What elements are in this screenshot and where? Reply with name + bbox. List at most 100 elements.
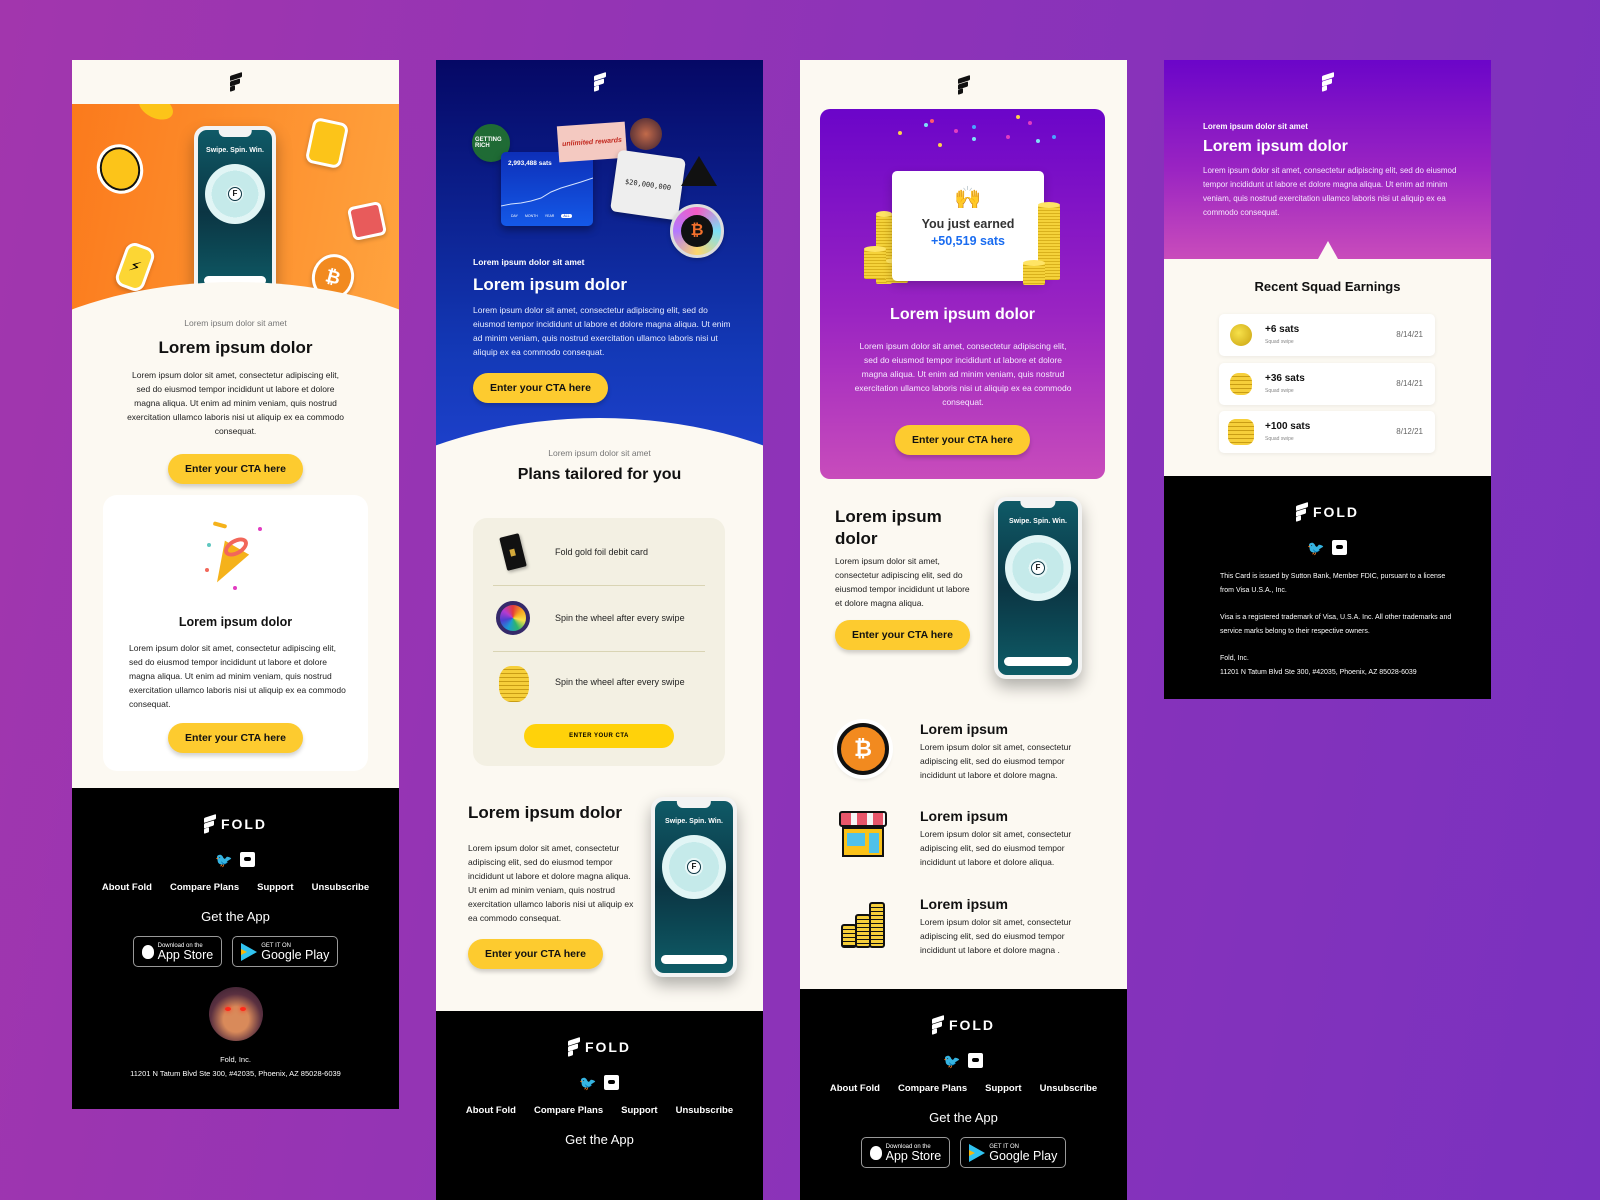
email-preview-2: GETTING RICH 2,993,488 sats DAY MONTH YE…	[436, 60, 763, 1200]
link-support[interactable]: Support	[621, 1105, 657, 1116]
footer-brand: FOLD	[436, 1037, 763, 1057]
wordmark: FOLD	[1312, 504, 1360, 520]
header-logo	[436, 60, 763, 104]
tab-month[interactable]: MONTH	[525, 214, 538, 218]
google-play-badge[interactable]: GET IT ON Google Play	[960, 1137, 1067, 1168]
plans-header: Lorem ipsum dolor sit amet Plans tailore…	[436, 448, 763, 484]
legal-card-issuer: This Card is issued by Sutton Bank, Memb…	[1220, 573, 1446, 594]
plan-item: Fold gold foil debit card	[493, 520, 705, 584]
app-store-badge[interactable]: Download on the App Store	[132, 936, 223, 967]
link-compare-plans[interactable]: Compare Plans	[170, 882, 239, 893]
promo-cta-button[interactable]: Enter your CTA here	[468, 939, 603, 969]
feature-body: Lorem ipsum dolor sit amet, consectetur …	[920, 917, 1072, 955]
earning-source: Squad swipe	[1265, 339, 1294, 345]
discord-icon[interactable]	[240, 852, 255, 867]
party-popper-icon	[203, 521, 267, 593]
cta-button[interactable]: Enter your CTA here	[168, 454, 303, 484]
balance-chart-card: 2,993,488 sats DAY MONTH YEAR ALL	[501, 152, 593, 226]
tab-year[interactable]: YEAR	[545, 214, 555, 218]
hero-heading: Lorem ipsum dolor	[158, 338, 313, 357]
fold-logo-icon	[1321, 72, 1334, 92]
bitcoin-icon: ₿	[837, 723, 889, 775]
plans-cta-button[interactable]: ENTER YOUR CTA	[524, 724, 674, 748]
google-play-icon	[969, 1143, 986, 1162]
phone-title: Swipe. Spin. Win.	[665, 818, 723, 825]
tab-day[interactable]: DAY	[511, 214, 518, 218]
twitter-icon[interactable]: 🐦	[943, 1053, 960, 1069]
hero-body: Lorem ipsum dolor sit amet, consectetur …	[1203, 166, 1457, 217]
hero-eyebrow: Lorem ipsum dolor sit amet	[184, 318, 287, 328]
plan-item: Spin the wheel after every swipe	[493, 586, 705, 650]
link-about-fold[interactable]: About Fold	[466, 1105, 516, 1116]
earning-source: Squad swipe	[1265, 436, 1294, 442]
discord-icon[interactable]	[604, 1075, 619, 1090]
header-logo	[1164, 60, 1491, 104]
hero-body: Lorem ipsum dolor sit amet, consectetur …	[127, 370, 344, 436]
app-store-badge[interactable]: Download on the App Store	[860, 1137, 951, 1168]
link-compare-plans[interactable]: Compare Plans	[534, 1105, 603, 1116]
earned-hero-card: 🙌 You just earned +50,519 sats Lorem ips…	[820, 109, 1105, 479]
spin-wheel-icon: F	[205, 164, 265, 224]
hero-body: Lorem ipsum dolor sit amet, consectetur …	[854, 341, 1072, 407]
google-play-big: Google Play	[261, 947, 330, 962]
feature-title: Lorem ipsum	[920, 721, 1008, 737]
earning-date: 8/12/21	[1396, 427, 1423, 436]
link-about-fold[interactable]: About Fold	[102, 882, 152, 893]
hero-banner: GETTING RICH 2,993,488 sats DAY MONTH YE…	[436, 60, 763, 480]
google-play-badge[interactable]: GET IT ON Google Play	[232, 936, 339, 967]
get-app-label: Get the App	[565, 1132, 634, 1147]
hero-eyebrow: Lorem ipsum dolor sit amet	[473, 257, 585, 267]
company-address: 11201 N Tatum Blvd Ste 300, #42035, Phoe…	[1220, 669, 1417, 676]
get-app-label: Get the App	[201, 909, 270, 924]
google-play-icon	[241, 942, 258, 961]
cta-button[interactable]: Enter your CTA here	[473, 373, 608, 403]
hero-body: Lorem ipsum dolor sit amet, consectetur …	[473, 305, 731, 357]
legal-text: This Card is issued by Sutton Bank, Memb…	[1220, 570, 1452, 680]
apple-icon	[869, 1145, 882, 1160]
tab-all[interactable]: ALL	[561, 214, 572, 218]
link-unsubscribe[interactable]: Unsubscribe	[676, 1105, 734, 1116]
apple-icon	[141, 944, 154, 959]
hero-banner: ⚡ ₿ Swipe. Spin. Win. F	[72, 104, 399, 344]
coin-sticker-icon	[89, 137, 151, 201]
link-support[interactable]: Support	[257, 882, 293, 893]
hero-heading: Lorem ipsum dolor	[473, 275, 627, 294]
twitter-icon[interactable]: 🐦	[1307, 540, 1324, 556]
cta-button[interactable]: Enter your CTA here	[895, 425, 1030, 455]
fold-logo-icon	[567, 1037, 580, 1057]
plans-eyebrow: Lorem ipsum dolor sit amet	[548, 448, 651, 458]
footer: FOLD 🐦 About Fold Compare Plans Support …	[436, 1011, 763, 1200]
gift-sticker-icon	[346, 200, 388, 242]
promo-cta-button[interactable]: Enter your CTA here	[835, 620, 970, 650]
email-preview-3: 🙌 You just earned +50,519 sats Lorem ips…	[800, 60, 1127, 1200]
google-play-big: Google Play	[989, 1148, 1058, 1163]
phone-title: Swipe. Spin. Win.	[206, 147, 264, 154]
discord-icon[interactable]	[968, 1053, 983, 1068]
plan-label: Fold gold foil debit card	[555, 547, 649, 557]
wordmark: FOLD	[948, 1017, 996, 1033]
link-about-fold[interactable]: About Fold	[830, 1083, 880, 1094]
card-cta-button[interactable]: Enter your CTA here	[168, 723, 303, 753]
coin-stack-icon	[1230, 373, 1252, 395]
fold-logo-icon	[957, 74, 970, 95]
storefront-icon	[837, 811, 889, 861]
link-unsubscribe[interactable]: Unsubscribe	[1040, 1083, 1098, 1094]
hero-content: Lorem ipsum dolor sit amet Lorem ipsum d…	[1203, 122, 1458, 220]
pointer-triangle	[1318, 241, 1338, 259]
link-support[interactable]: Support	[985, 1083, 1021, 1094]
get-app-label: Get the App	[929, 1110, 998, 1125]
twitter-icon[interactable]: 🐦	[215, 852, 232, 868]
link-compare-plans[interactable]: Compare Plans	[898, 1083, 967, 1094]
coin-icon	[1230, 324, 1252, 346]
cat-avatar-sticker	[630, 118, 662, 150]
sats-balance: 2,993,488 sats	[508, 160, 552, 167]
twitter-icon[interactable]: 🐦	[579, 1075, 596, 1091]
hero-content: Lorem ipsum dolor sit amet Lorem ipsum d…	[72, 318, 399, 484]
company-name: Fold, Inc.	[1220, 655, 1249, 662]
balance-line-chart	[501, 177, 593, 207]
earned-card: 🙌 You just earned +50,519 sats	[892, 171, 1044, 281]
footer: FOLD 🐦 This Card is issued by Sutton Ban…	[1164, 476, 1491, 699]
link-unsubscribe[interactable]: Unsubscribe	[312, 882, 370, 893]
discord-icon[interactable]	[1332, 540, 1347, 555]
footer: FOLD 🐦 About Fold Compare Plans Support …	[800, 989, 1127, 1200]
